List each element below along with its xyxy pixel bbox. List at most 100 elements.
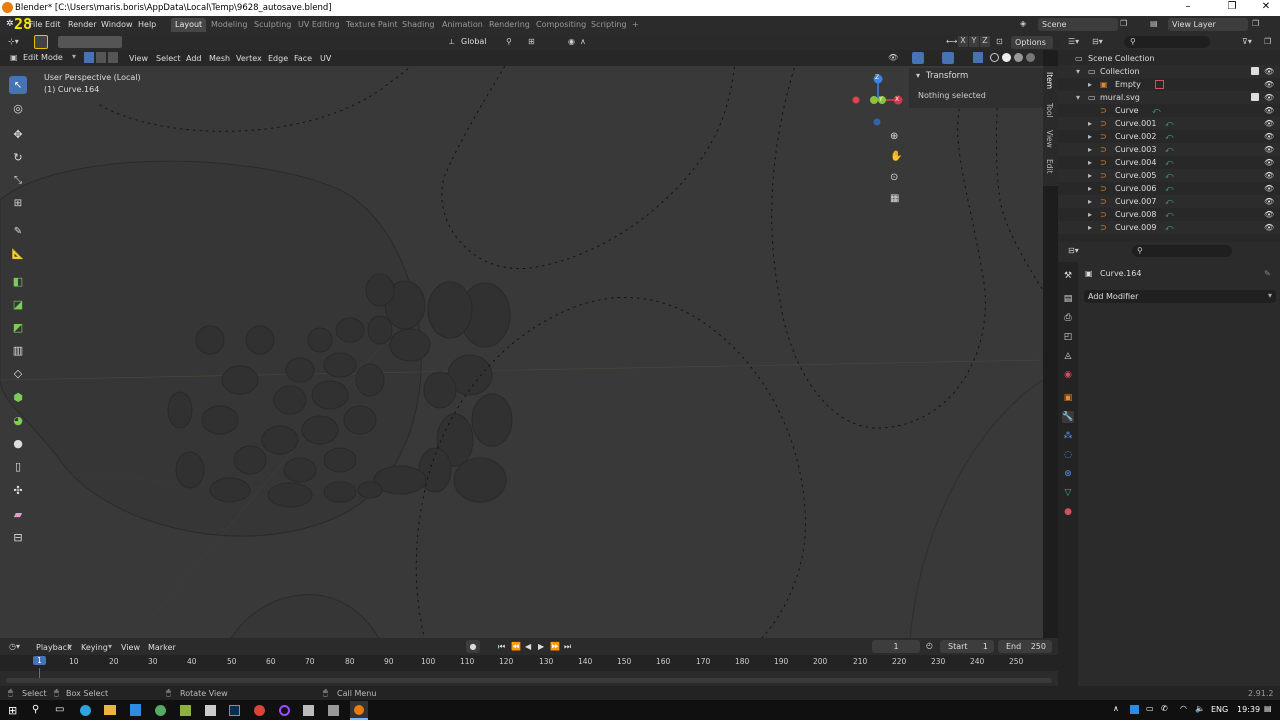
display-mode-icon[interactable]: ⊟▾ bbox=[1092, 37, 1103, 46]
outliner-row[interactable]: ▸ ⊃ Curve.009 ⤺ 👁 bbox=[1058, 221, 1280, 234]
notification-icon[interactable]: ▤ bbox=[1264, 704, 1272, 713]
minimize-button[interactable]: – bbox=[1180, 1, 1196, 12]
select-box-tool[interactable]: ↖ bbox=[9, 76, 27, 94]
lock-icon[interactable]: ⊡ bbox=[996, 37, 1003, 46]
world-properties-icon[interactable]: ◉ bbox=[1062, 369, 1074, 381]
smooth-tool[interactable]: ● bbox=[9, 434, 27, 452]
new-collection-icon[interactable]: ❐ bbox=[1264, 37, 1271, 46]
checkbox-icon[interactable] bbox=[1251, 93, 1259, 101]
chrome-icon[interactable] bbox=[254, 705, 265, 716]
app-icon[interactable] bbox=[279, 705, 290, 716]
outliner-row[interactable]: ▸ ⊃ Curve.001 ⤺ 👁 bbox=[1058, 117, 1280, 130]
transform-tool[interactable]: ⊞ bbox=[9, 194, 27, 212]
eye-icon[interactable]: 👁 bbox=[1264, 195, 1274, 208]
transform-orientation[interactable]: Global bbox=[461, 37, 487, 46]
tab-uv-editing[interactable]: UV Editing bbox=[294, 18, 344, 32]
camera-icon[interactable]: ⊙ bbox=[890, 172, 898, 183]
viewport-canvas[interactable] bbox=[0, 50, 1043, 638]
tab-rendering[interactable]: Rendering bbox=[485, 18, 534, 32]
menu-window[interactable]: Window bbox=[101, 20, 133, 29]
tab-layout[interactable]: Layout bbox=[171, 18, 207, 32]
menu-help[interactable]: Help bbox=[138, 20, 156, 29]
tray-app-icon[interactable] bbox=[1130, 705, 1139, 714]
checkbox-icon[interactable] bbox=[1251, 67, 1259, 75]
search-input[interactable] bbox=[1124, 36, 1210, 48]
outliner-scene-collection[interactable]: ▭ Scene Collection bbox=[1058, 52, 1280, 65]
bevel-tool[interactable]: ◩ bbox=[9, 318, 27, 336]
shrink-fatten-tool[interactable]: ✣ bbox=[9, 481, 27, 499]
mirror-y-toggle[interactable]: Y bbox=[969, 36, 979, 47]
outliner-row[interactable]: ▸ ⊃ Curve.007 ⤺ 👁 bbox=[1058, 195, 1280, 208]
physics-properties-icon[interactable]: ◌ bbox=[1062, 449, 1074, 461]
object-properties-icon[interactable]: ▣ bbox=[1062, 392, 1074, 404]
explorer-icon[interactable] bbox=[104, 705, 116, 715]
eye-icon[interactable]: 👁 bbox=[1264, 78, 1274, 91]
expand-icon[interactable]: ▸ bbox=[1088, 208, 1092, 221]
eye-icon[interactable]: 👁 bbox=[1264, 169, 1274, 182]
outliner-row[interactable]: ▸ ⊃ Curve.005 ⤺ 👁 bbox=[1058, 169, 1280, 182]
tab-shading[interactable]: Shading bbox=[398, 18, 439, 32]
tab-modeling[interactable]: Modeling bbox=[207, 18, 251, 32]
measure-tool[interactable]: 📐 bbox=[9, 245, 27, 263]
snap-icon[interactable]: ⊞ bbox=[528, 37, 535, 46]
select-mode-icons[interactable] bbox=[58, 36, 122, 48]
mirror-x-toggle[interactable]: X bbox=[958, 36, 968, 47]
transform-panel-header[interactable]: Transform bbox=[926, 71, 968, 81]
eye-icon[interactable]: 👁 bbox=[1264, 130, 1274, 143]
scene-field[interactable]: Scene bbox=[1038, 18, 1118, 31]
pivot-icon[interactable]: ⚲ bbox=[506, 37, 512, 46]
outliner-row[interactable]: ▸ ⊃ Curve.006 ⤺ 👁 bbox=[1058, 182, 1280, 195]
menu-edit[interactable]: Edit bbox=[45, 20, 61, 29]
tray-battery-icon[interactable]: ▭ bbox=[1146, 704, 1154, 713]
material-properties-icon[interactable]: ● bbox=[1062, 506, 1074, 518]
outliner-row[interactable]: ▾ ▭ mural.svg 👁 bbox=[1058, 91, 1280, 104]
filter-icon[interactable]: ⊽▾ bbox=[1242, 37, 1252, 46]
maximize-button[interactable]: ❐ bbox=[1224, 1, 1240, 12]
eye-icon[interactable]: 👁 bbox=[1264, 208, 1274, 221]
app-icon[interactable] bbox=[155, 705, 166, 716]
view-layer-new-icon[interactable]: ❐ bbox=[1252, 19, 1259, 28]
menu-file[interactable]: File bbox=[29, 20, 42, 29]
expand-icon[interactable]: ▸ bbox=[1088, 117, 1092, 130]
outliner-editor-icon[interactable]: ☰▾ bbox=[1068, 37, 1079, 46]
rotate-tool[interactable]: ↻ bbox=[9, 148, 27, 166]
annotate-tool[interactable]: ✎ bbox=[9, 222, 27, 240]
negative-x-axis-handle[interactable] bbox=[852, 96, 860, 104]
blender-menu-icon[interactable]: ✲ bbox=[6, 19, 14, 29]
expand-icon[interactable]: ▸ bbox=[1088, 156, 1092, 169]
eye-icon[interactable]: 👁 bbox=[1264, 182, 1274, 195]
tray-wifi-icon[interactable]: ◠ bbox=[1180, 704, 1187, 713]
app-icon[interactable] bbox=[130, 704, 141, 716]
tab-view[interactable]: View bbox=[1045, 130, 1054, 148]
extrude-tool[interactable]: ◧ bbox=[9, 272, 27, 290]
y-axis-handle[interactable] bbox=[870, 96, 878, 104]
eye-icon[interactable]: 👁 bbox=[1264, 104, 1274, 117]
tab-item[interactable]: Item bbox=[1045, 72, 1054, 89]
poly-build-tool[interactable]: ⬢ bbox=[9, 388, 27, 406]
tray-app-icon[interactable]: ✆ bbox=[1161, 704, 1168, 713]
expand-icon[interactable]: ▸ bbox=[1088, 78, 1092, 91]
tab-texture-paint[interactable]: Texture Paint bbox=[342, 18, 402, 32]
view-layer-properties-icon[interactable]: ◰ bbox=[1062, 331, 1074, 343]
outliner-row[interactable]: ▸ ⊃ Curve.008 ⤺ 👁 bbox=[1058, 208, 1280, 221]
editor-type-icon[interactable]: ⊹▾ bbox=[8, 37, 19, 46]
photoshop-icon[interactable] bbox=[229, 705, 240, 716]
view-layer-field[interactable]: View Layer bbox=[1168, 18, 1248, 31]
add-workspace-button[interactable]: + bbox=[628, 18, 643, 32]
outliner-row[interactable]: ▸ ⊃ Curve.003 ⤺ 👁 bbox=[1058, 143, 1280, 156]
rip-region-tool[interactable]: ⊟ bbox=[9, 528, 27, 546]
tool-properties-icon[interactable]: ⚒ bbox=[1062, 270, 1074, 282]
modifier-properties-icon[interactable]: 🔧 bbox=[1062, 411, 1074, 423]
eye-icon[interactable]: 👁 bbox=[1264, 156, 1274, 169]
spin-tool[interactable]: ◕ bbox=[9, 411, 27, 429]
expand-icon[interactable]: ▸ bbox=[1088, 169, 1092, 182]
view-layer-icon[interactable]: ▤ bbox=[1150, 19, 1158, 28]
loop-cut-tool[interactable]: ▥ bbox=[9, 341, 27, 359]
tab-sculpting[interactable]: Sculpting bbox=[250, 18, 295, 32]
expand-icon[interactable]: ▸ bbox=[1088, 182, 1092, 195]
panel-collapse-icon[interactable]: ▾ bbox=[916, 71, 920, 80]
tray-volume-icon[interactable]: 🔈 bbox=[1195, 704, 1205, 713]
windows-start-icon[interactable]: ⊞ bbox=[8, 704, 17, 717]
scene-icon[interactable]: ◈ bbox=[1020, 19, 1026, 28]
eye-icon[interactable]: 👁 bbox=[1264, 65, 1274, 78]
